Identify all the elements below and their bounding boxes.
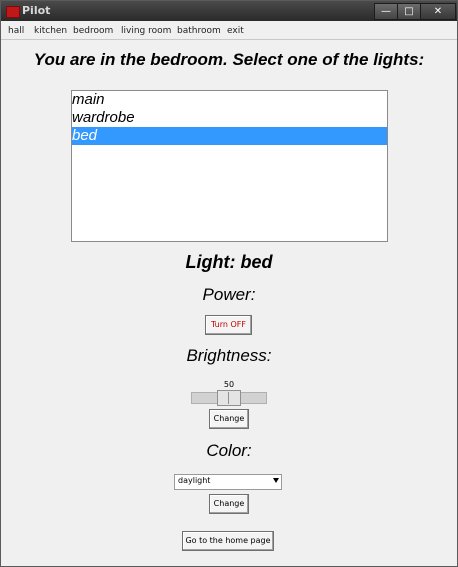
app-window: Pilot — □ ✕ hall kitchen bedroom living … bbox=[0, 0, 458, 567]
brightness-slider-thumb[interactable] bbox=[217, 390, 241, 406]
home-page-button[interactable]: Go to the home page bbox=[182, 531, 274, 551]
power-toggle-button[interactable]: Turn OFF bbox=[205, 315, 252, 335]
menu-bar: hall kitchen bedroom living room bathroo… bbox=[1, 24, 457, 40]
window-title: Pilot bbox=[22, 4, 51, 17]
minimize-icon: — bbox=[381, 6, 391, 17]
brightness-value: 50 bbox=[223, 380, 235, 389]
light-option-bed[interactable]: bed bbox=[72, 127, 387, 145]
chevron-down-icon bbox=[273, 478, 279, 483]
menu-item-living-room[interactable]: living room bbox=[121, 26, 171, 36]
title-bar[interactable]: Pilot — □ ✕ bbox=[1, 1, 457, 21]
maximize-icon: □ bbox=[404, 6, 414, 17]
maximize-button[interactable]: □ bbox=[397, 3, 421, 20]
close-button[interactable]: ✕ bbox=[420, 3, 456, 20]
brightness-change-button[interactable]: Change bbox=[209, 409, 249, 429]
menu-item-exit[interactable]: exit bbox=[227, 26, 244, 36]
app-icon bbox=[6, 6, 20, 18]
page-heading: You are in the bedroom. Select one of th… bbox=[33, 50, 425, 69]
menu-item-kitchen[interactable]: kitchen bbox=[34, 26, 67, 36]
light-option-main[interactable]: main bbox=[72, 91, 387, 109]
color-select[interactable]: daylight bbox=[174, 474, 282, 490]
color-label: Color: bbox=[206, 441, 252, 460]
brightness-label: Brightness: bbox=[186, 346, 272, 365]
menu-item-bedroom[interactable]: bedroom bbox=[73, 26, 113, 36]
menu-item-hall[interactable]: hall bbox=[8, 26, 24, 36]
light-title: Light: bed bbox=[185, 252, 273, 272]
color-select-value: daylight bbox=[178, 476, 211, 485]
light-option-wardrobe[interactable]: wardrobe bbox=[72, 109, 387, 127]
menu-item-bathroom[interactable]: bathroom bbox=[177, 26, 221, 36]
close-icon: ✕ bbox=[433, 6, 443, 17]
color-change-button[interactable]: Change bbox=[209, 494, 249, 514]
power-label: Power: bbox=[202, 285, 256, 304]
minimize-button[interactable]: — bbox=[374, 3, 398, 20]
lights-listbox[interactable]: main wardrobe bed bbox=[71, 90, 388, 242]
